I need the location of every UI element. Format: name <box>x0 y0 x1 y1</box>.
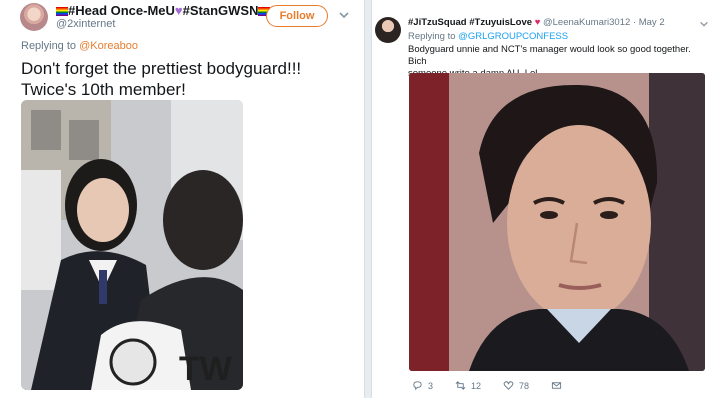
handle[interactable]: @LeenaKumari3012 <box>543 17 630 28</box>
tweet-photo[interactable] <box>409 73 705 371</box>
column-divider <box>364 0 372 398</box>
red-heart-icon: ♥ <box>534 17 541 28</box>
reply-icon <box>413 381 422 391</box>
avatar[interactable] <box>20 3 48 31</box>
right-tweet: #JiTzuSquad #TzuyuisLove ♥ @LeenaKumari3… <box>372 0 720 398</box>
rainbow-flag-icon <box>56 7 68 16</box>
chevron-down-icon[interactable] <box>338 9 350 21</box>
chevron-down-icon[interactable] <box>699 19 709 29</box>
svg-text:TW: TW <box>179 350 233 388</box>
purple-heart-icon: ♥ <box>174 3 183 18</box>
tweet-actions: 3 12 78 <box>412 380 589 391</box>
handle[interactable]: @2xinternet <box>56 18 115 30</box>
dm-action[interactable] <box>551 380 567 391</box>
tweet-text: Don't forget the prettiest bodyguard!!! … <box>21 59 302 99</box>
replying-to: Replying to @Koreaboo <box>21 40 138 52</box>
tweet-photo[interactable]: TW <box>21 100 243 390</box>
photo-illustration: TW <box>21 100 243 390</box>
heart-icon <box>503 381 514 390</box>
photo-illustration <box>409 73 705 371</box>
display-name[interactable]: #Head Once-MeU♥#StanGWSN <box>56 3 271 18</box>
tweet-header: #JiTzuSquad #TzuyuisLove ♥ @LeenaKumari3… <box>408 17 665 28</box>
follow-button[interactable]: Follow <box>266 5 328 27</box>
timestamp[interactable]: May 2 <box>639 17 665 28</box>
avatar[interactable] <box>375 17 401 43</box>
left-tweet: #Head Once-MeU♥#StanGWSN @2xinternet Fol… <box>0 0 364 398</box>
reply-action[interactable]: 3 <box>412 380 433 391</box>
retweet-action[interactable]: 12 <box>455 380 481 391</box>
retweet-icon <box>455 381 466 390</box>
envelope-icon <box>551 382 562 389</box>
replying-to: Replying to @GRLGROUPCONFESS <box>408 31 569 42</box>
reply-handle-link[interactable]: @Koreaboo <box>79 40 138 52</box>
reply-handle-link[interactable]: @GRLGROUPCONFESS <box>458 31 568 42</box>
like-action[interactable]: 78 <box>503 380 529 391</box>
display-name[interactable]: #JiTzuSquad #TzuyuisLove <box>408 17 532 28</box>
separator: · <box>630 17 639 28</box>
